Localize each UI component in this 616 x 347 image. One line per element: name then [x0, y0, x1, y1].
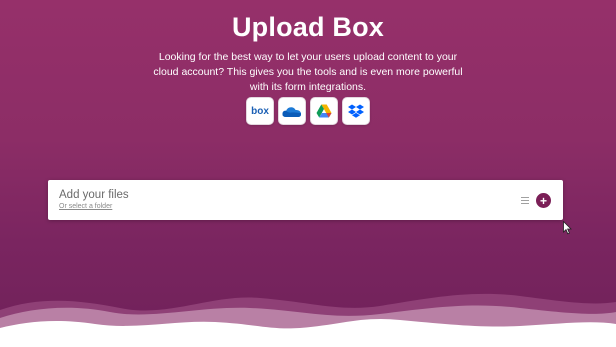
- provider-onedrive-button[interactable]: [278, 97, 306, 125]
- page-description: Looking for the best way to let your use…: [153, 51, 463, 93]
- add-file-button[interactable]: +: [536, 193, 551, 208]
- provider-dropbox-button[interactable]: [342, 97, 370, 125]
- upload-dropzone[interactable]: Add your files Or select a folder +: [48, 180, 563, 220]
- dropbox-icon: [348, 104, 364, 118]
- list-view-button[interactable]: [519, 194, 531, 206]
- mouse-cursor-icon: [563, 221, 572, 235]
- decorative-waves: [0, 293, 616, 347]
- select-folder-link[interactable]: Or select a folder: [59, 203, 112, 210]
- google-drive-icon: [316, 104, 332, 118]
- page-title: Upload Box: [231, 12, 384, 42]
- provider-google-drive-button[interactable]: [310, 97, 338, 125]
- onedrive-icon: [282, 106, 302, 117]
- list-icon: [521, 196, 529, 204]
- add-files-label: Add your files: [59, 189, 129, 201]
- provider-list: box: [246, 97, 370, 125]
- plus-icon: +: [539, 193, 547, 208]
- provider-box-button[interactable]: box: [246, 97, 274, 125]
- box-icon: box: [251, 105, 269, 117]
